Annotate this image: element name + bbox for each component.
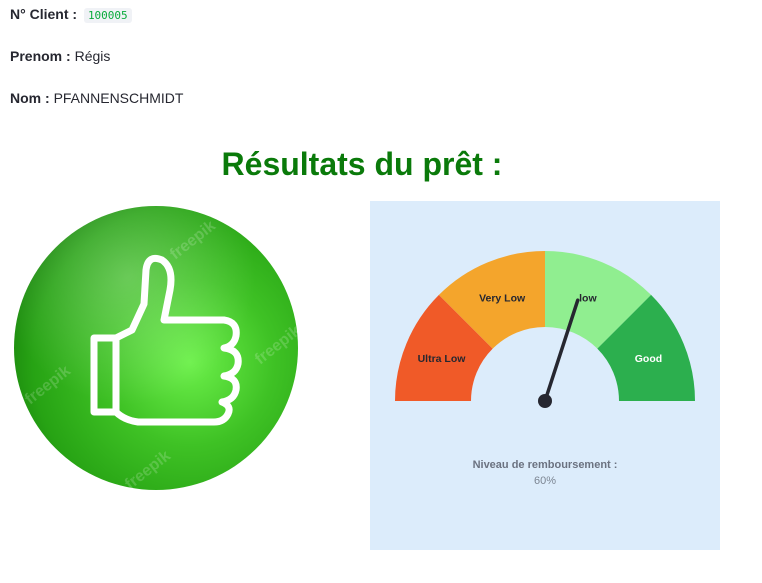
results-title: Résultats du prêt : (221, 146, 503, 182)
prenom-value: Régis (74, 48, 111, 64)
gauge-label-very-low: Very Low (479, 293, 526, 305)
client-number-value: 100005 (83, 8, 132, 23)
gauge-label-ultra-low: Ultra Low (418, 353, 467, 365)
gauge-value: 60% (533, 475, 557, 487)
gauge-title: Niveau de remboursement : (472, 459, 618, 471)
thumbs-up-icon: freepik freepik freepik freepik (10, 200, 310, 500)
gauge-label-good: Good (635, 353, 662, 365)
prenom-row: Prenom : Régis (10, 47, 110, 65)
gauge-needle-hub (538, 394, 552, 408)
app-page: N° Client : 100005 Prenom : Régis Nom : … (0, 0, 762, 583)
prenom-label: Prenom : (10, 48, 71, 64)
repayment-gauge: Ultra Low Very Low low Good Niveau de rembo… (370, 201, 720, 550)
nom-value: PFANNENSCHMIDT (53, 90, 184, 106)
gauge-label-low: low (579, 293, 597, 305)
nom-row: Nom : PFANNENSCHMIDT (10, 89, 183, 107)
client-number-label: N° Client : (10, 6, 78, 22)
nom-label: Nom : (10, 90, 50, 106)
gauge-chart: Ultra Low Very Low low Good (395, 251, 695, 408)
client-number-row: N° Client : 100005 (10, 5, 132, 25)
